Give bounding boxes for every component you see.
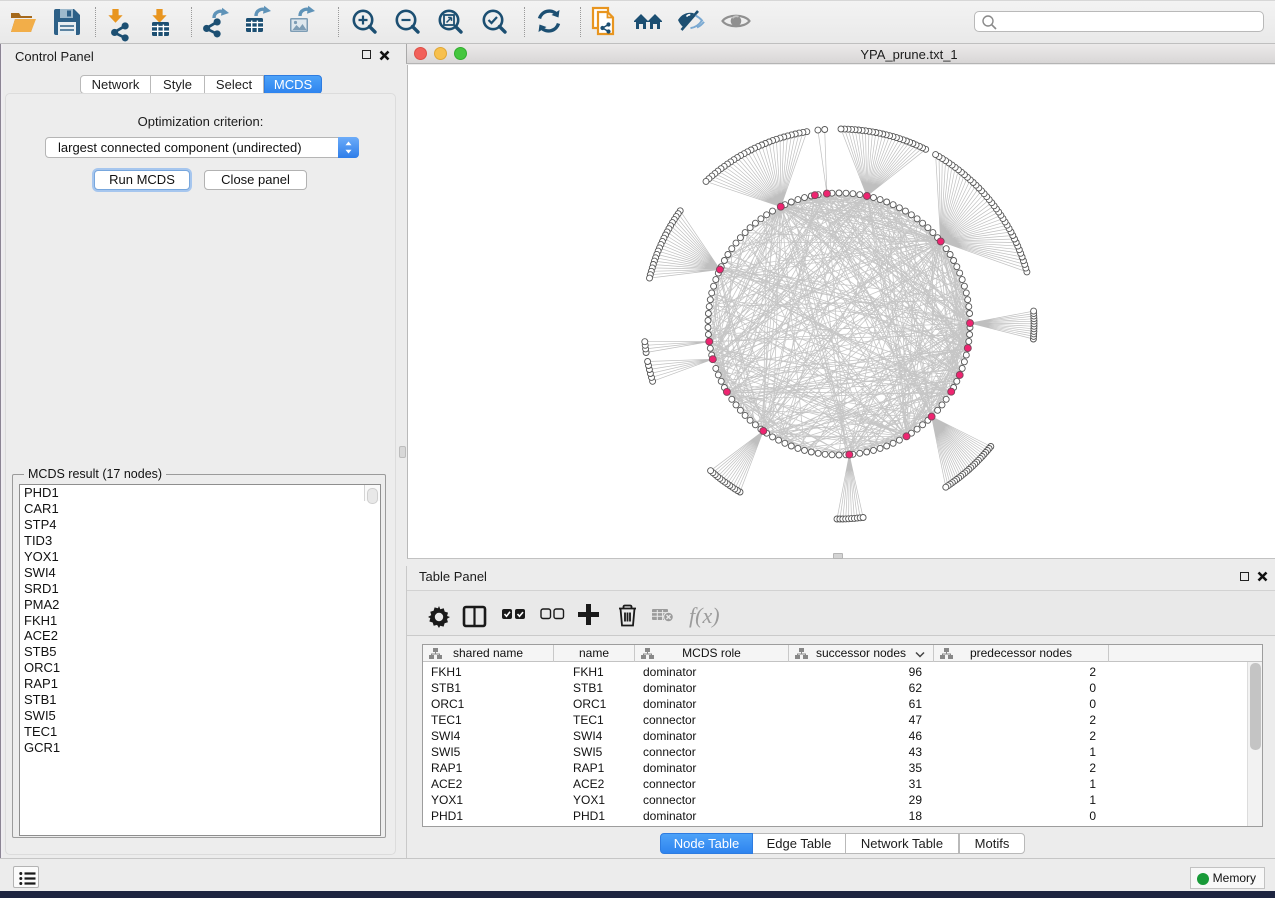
svg-text:f(x): f(x) bbox=[689, 603, 720, 628]
